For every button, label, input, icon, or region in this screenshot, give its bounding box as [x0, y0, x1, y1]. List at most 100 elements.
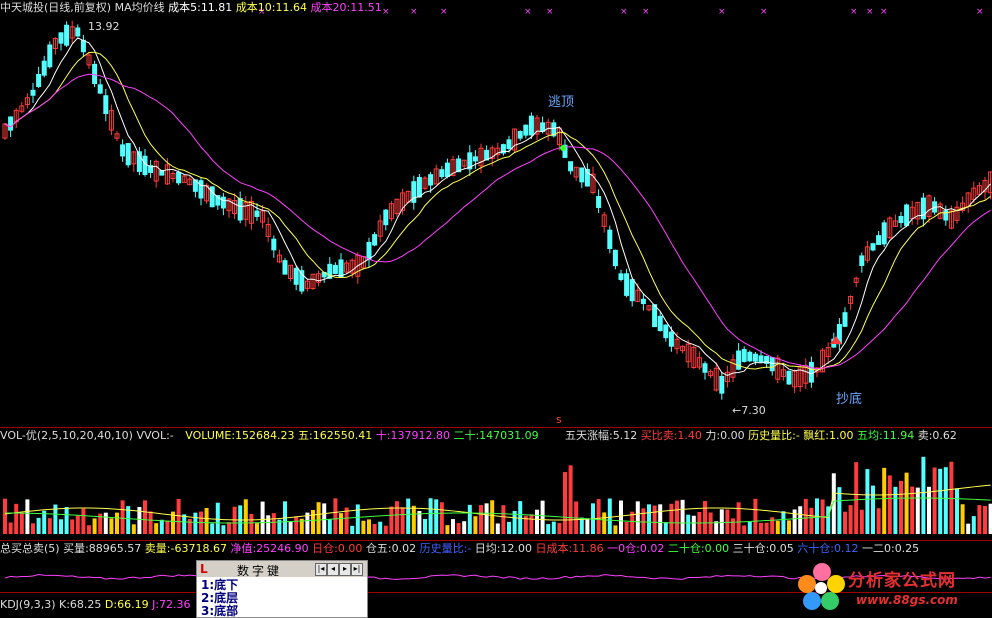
avg5-value: 五均:11.94 — [857, 429, 915, 442]
first-page-icon[interactable]: |◂ — [315, 563, 327, 576]
ma20-value: 成本20:11.51 — [310, 1, 382, 14]
candle-down — [372, 234, 378, 246]
number-key-item-3[interactable]: 3:底部 — [201, 605, 363, 618]
watermark-url: www.88gs.com — [856, 593, 958, 607]
candle-down — [282, 260, 288, 275]
candle-down — [747, 351, 753, 362]
volume-bar — [333, 498, 338, 534]
volume-bar — [109, 518, 114, 534]
volume-bar — [893, 486, 898, 534]
candle-down — [366, 241, 372, 261]
volume-bar — [843, 511, 847, 534]
signal-marker-x: × — [976, 7, 984, 17]
volume-bar — [484, 503, 489, 534]
ind-name: 总买总卖(5) — [0, 542, 60, 555]
day-position-value: 日仓:0.00 — [312, 542, 363, 555]
price-panel-header: 中天城投(日线,前复权) MA均价线 成本5:11.81 成本10:11.64 … — [0, 1, 382, 15]
volume-bar — [249, 513, 254, 534]
candle-down — [668, 331, 674, 347]
number-key-panel[interactable]: L 数字键 |◂ ◂ ▸ ▸| 1:底下 2:底层 3:底部 — [196, 560, 368, 618]
volume-bar — [686, 514, 691, 534]
volume-bar — [411, 505, 416, 534]
volume-bar — [568, 465, 573, 534]
volume-bar — [339, 513, 343, 534]
volume-bar — [641, 508, 646, 534]
prev-page-icon[interactable]: ◂ — [327, 563, 339, 576]
candle-down — [254, 210, 260, 217]
volume-bar — [596, 499, 601, 534]
day-cost-value: 日成本:11.86 — [535, 542, 604, 555]
candle-down — [943, 210, 949, 221]
candle-down — [80, 39, 86, 53]
volume-value: VOLUME:152684.23 — [185, 429, 295, 442]
ma5-value: 成本5:11.81 — [168, 1, 233, 14]
candle-down — [517, 131, 523, 139]
volume-bar — [417, 510, 422, 534]
signal-marker-x: × — [410, 7, 418, 17]
volume-bar — [221, 525, 226, 534]
candle-down — [528, 115, 534, 136]
force-value: 力:0.00 — [705, 429, 745, 442]
volume-bar — [899, 480, 903, 534]
volume-bar — [871, 485, 875, 534]
number-key-panel-titlebar[interactable]: L 数字键 |◂ ◂ ▸ ▸| — [197, 561, 367, 578]
volume-bar — [479, 505, 483, 534]
candle-down — [92, 63, 98, 85]
volume-bar — [193, 512, 198, 534]
volume-bar — [87, 525, 91, 534]
candle-down — [64, 24, 70, 46]
volume-bar — [921, 456, 926, 534]
volume-bar — [669, 503, 674, 534]
volume-panel-header: VOL-优(2,5,10,20,40,10) VVOL:- VOLUME:152… — [0, 429, 539, 443]
volume-bar — [647, 504, 651, 534]
volume-bar — [949, 461, 954, 534]
low-price-label: ←7.30 — [732, 404, 766, 417]
volume-bar — [809, 507, 814, 534]
candle-down — [842, 312, 848, 327]
stock-name: 中天城投(日线,前复权) — [0, 1, 112, 14]
high-price-label: 13.92 — [88, 20, 120, 33]
candle-down — [663, 324, 669, 339]
volume-bar — [719, 509, 724, 534]
volume-bar — [624, 521, 629, 534]
candle-down — [383, 209, 389, 226]
net-value: 净值:25246.90 — [230, 542, 309, 555]
candle-down — [103, 95, 109, 115]
volume-bar — [927, 486, 931, 534]
vvol-value: VVOL:- — [136, 429, 174, 442]
candle-down — [719, 375, 725, 394]
candle-down — [870, 243, 876, 251]
candle-down — [758, 355, 764, 363]
volume-bar — [367, 519, 371, 534]
volume-bar — [753, 498, 758, 534]
position20-value: 二十仓:0.00 — [667, 542, 730, 555]
volume-bar — [327, 519, 332, 534]
candle-down — [220, 196, 226, 209]
volume-bar — [495, 523, 500, 534]
volume-bar — [428, 498, 433, 534]
volume-bar — [227, 522, 231, 534]
last-page-icon[interactable]: ▸| — [351, 563, 363, 576]
volume-bar — [551, 521, 556, 534]
volume-bar — [663, 522, 668, 534]
volume-bar — [731, 518, 735, 534]
candle-down — [30, 89, 36, 96]
piaohong-value: 飘红:1.00 — [803, 429, 854, 442]
candle-down — [444, 162, 450, 178]
volume-bar — [742, 525, 747, 534]
signal-marker-x: × — [642, 7, 650, 17]
volume-bar — [635, 501, 640, 534]
volume-bar — [876, 508, 881, 534]
candle-down — [332, 264, 338, 274]
candle-down — [568, 161, 574, 172]
candle-down — [629, 279, 635, 302]
day-avg-value: 日均:12.00 — [474, 542, 532, 555]
volume-bar — [747, 521, 752, 534]
volume-bar — [294, 516, 299, 534]
next-page-icon[interactable]: ▸ — [339, 563, 351, 576]
volume-bar — [182, 514, 187, 534]
volume-bar — [120, 500, 125, 534]
candle-down — [596, 196, 602, 208]
candle-down — [41, 60, 47, 76]
chart-canvas: × × × × × × × × × × × × × × — [2, 7, 992, 580]
